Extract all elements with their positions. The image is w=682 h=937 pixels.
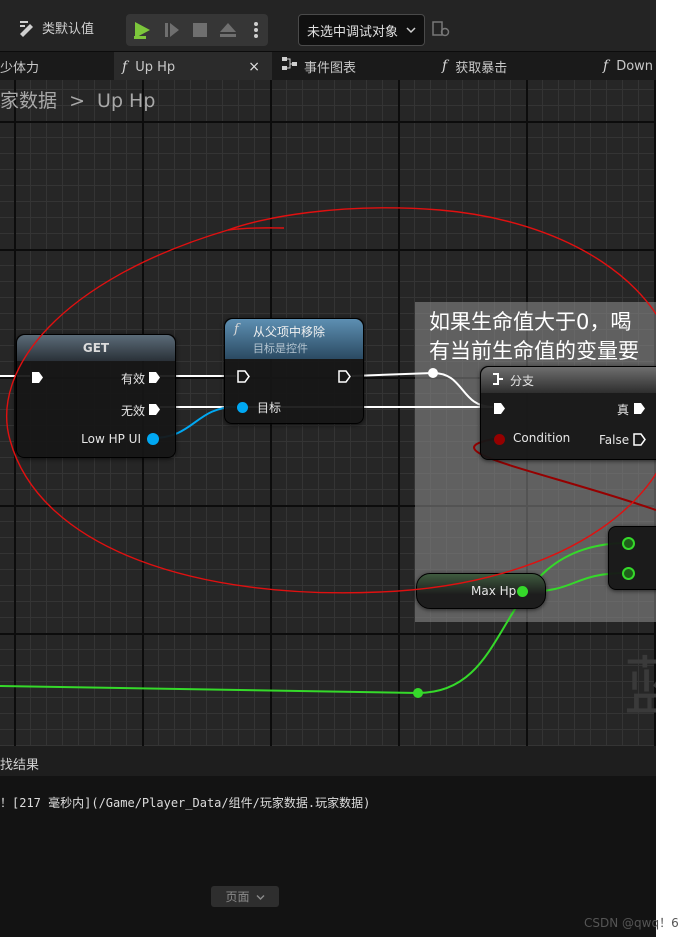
- class-defaults-icon: [18, 19, 38, 37]
- tab-label: Up Hp: [135, 59, 176, 75]
- tab-label: 获取暴击: [455, 60, 508, 76]
- function-icon: f: [442, 58, 448, 74]
- step-icon[interactable]: [162, 20, 182, 40]
- find-results-title: 找结果: [0, 758, 40, 773]
- tab-reduce-stamina[interactable]: 少体力: [0, 52, 110, 80]
- debug-object-select[interactable]: 未选中调试对象: [298, 14, 425, 46]
- class-defaults-label: 类默认值: [42, 22, 95, 37]
- class-defaults-button[interactable]: 类默认值: [18, 18, 94, 37]
- tab-get-crit[interactable]: f 获取暴击: [442, 52, 592, 80]
- eject-icon[interactable]: [218, 20, 238, 40]
- tab-down[interactable]: f Down: [603, 52, 656, 80]
- function-icon: f: [122, 59, 128, 75]
- stop-icon[interactable]: [190, 20, 210, 40]
- chevron-down-icon: [256, 890, 265, 904]
- annotation-circle: [6, 207, 656, 594]
- debug-object-label: 未选中调试对象: [307, 24, 399, 40]
- play-controls: [126, 14, 268, 46]
- page-button[interactable]: 页面: [211, 886, 279, 907]
- blueprint-editor: 类默认值 未选中调试对象 少体力 f Up Hp × 事件图表 f 获取暴击 f…: [0, 0, 656, 937]
- find-results-header: 找结果: [0, 746, 656, 776]
- find-results-panel: ！[217 毫秒内](/Game/Player_Data/组件/玩家数据.玩家数…: [0, 776, 656, 937]
- chevron-down-icon: [406, 23, 416, 38]
- tab-label: 事件图表: [304, 60, 357, 76]
- more-options-icon[interactable]: [246, 20, 266, 40]
- tab-event-graph[interactable]: 事件图表: [282, 52, 422, 80]
- play-icon[interactable]: [132, 20, 152, 40]
- toolbar: 类默认值 未选中调试对象: [0, 0, 656, 52]
- tab-label: 少体力: [0, 60, 40, 76]
- tab-up-hp[interactable]: f Up Hp ×: [114, 52, 272, 80]
- page-button-label: 页面: [225, 890, 250, 904]
- event-graph-icon: [282, 57, 298, 75]
- debug-filter-icon[interactable]: [432, 21, 450, 37]
- close-icon[interactable]: ×: [248, 59, 260, 75]
- tab-label: Down: [616, 58, 654, 74]
- document-tabs: 少体力 f Up Hp × 事件图表 f 获取暴击 f Down: [0, 52, 656, 80]
- watermark: CSDN @qwq！6: [584, 916, 679, 930]
- result-line[interactable]: ！[217 毫秒内](/Game/Player_Data/组件/玩家数据.玩家数…: [0, 794, 370, 811]
- function-icon: f: [603, 58, 609, 74]
- graph-canvas[interactable]: 家数据 > Up Hp 如果生命值大于0，喝 有当前生命值的变量要 蓝: [0, 80, 656, 746]
